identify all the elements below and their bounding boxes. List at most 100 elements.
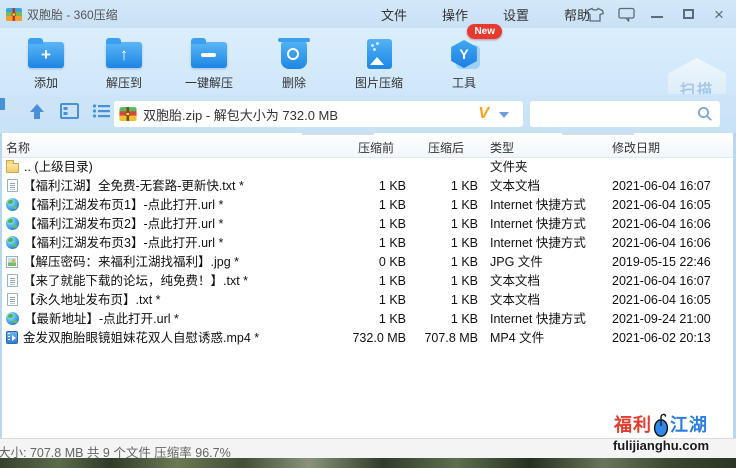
size-after-cell: 1 KB (410, 253, 478, 272)
column-header-name[interactable]: 名称 (6, 139, 340, 156)
trash-icon (274, 35, 314, 71)
watermark-part1: 福利 (614, 411, 652, 437)
size-before-cell (342, 158, 406, 177)
image-compress-button[interactable]: 图片压缩 (340, 28, 418, 94)
column-header-before[interactable]: 压缩前 (342, 139, 406, 156)
file-name-cell: 【永久地址发布页】.txt * (6, 291, 340, 310)
file-type-cell: Internet 快捷方式 (490, 310, 608, 329)
file-list: .. (上级目录)文件夹【福利江湖】全免费-无套路-更新快.txt *1 KB1… (2, 158, 733, 348)
one-click-extract-button[interactable]: 一键解压 (170, 28, 248, 94)
size-after-cell: 1 KB (410, 291, 478, 310)
search-icon[interactable] (697, 106, 713, 122)
size-before-cell: 732.0 MB (342, 329, 406, 348)
search-input[interactable] (536, 101, 691, 127)
file-name: 【最新地址】-点此打开.url * (24, 312, 179, 326)
file-name: 【福利江湖发布页2】-点此打开.url * (24, 217, 223, 231)
size-before-cell: 0 KB (342, 253, 406, 272)
file-name-cell: 【福利江湖发布页2】-点此打开.url * (6, 215, 340, 234)
one-click-extract-label: 一键解压 (170, 74, 248, 91)
size-after-cell: 1 KB (410, 196, 478, 215)
up-directory-icon[interactable] (28, 103, 48, 121)
table-row[interactable]: 【最新地址】-点此打开.url *1 KB1 KBInternet 快捷方式20… (2, 310, 733, 329)
table-row[interactable]: 【福利江湖发布页3】-点此打开.url *1 KB1 KBInternet 快捷… (2, 234, 733, 253)
extract-to-button[interactable]: ↑ 解压到 (92, 28, 156, 94)
desktop-background-strip (0, 458, 736, 468)
watermark-part2: 江湖 (670, 411, 708, 437)
file-name-cell: 【来了就能下载的论坛，纯免费！】.txt * (6, 272, 340, 291)
feedback-icon[interactable] (615, 3, 637, 25)
file-name: 【福利江湖发布页3】-点此打开.url * (24, 236, 223, 250)
url-file-icon (6, 312, 19, 325)
size-after-cell: 707.8 MB (410, 329, 478, 348)
date-modified-cell: 2019-05-15 22:46 (612, 253, 734, 272)
url-file-icon (6, 236, 19, 249)
size-after-cell: 1 KB (410, 215, 478, 234)
mp4-file-icon (6, 331, 18, 344)
file-name-cell: 【福利江湖】全免费-无套路-更新快.txt * (6, 177, 340, 196)
zip-archive-icon (6, 7, 22, 22)
table-header: 名称 压缩前 压缩后 类型 修改日期 (2, 133, 733, 158)
column-header-type[interactable]: 类型 (490, 139, 608, 156)
table-row[interactable]: 【永久地址发布页】.txt * 1 KB1 KB 文本文档2021-06-04 16… (2, 291, 733, 310)
file-name: 金发双胞胎眼镜姐妹花双人自慰诱惑.mp4 * (23, 331, 259, 345)
file-type-cell: Internet 快捷方式 (490, 196, 608, 215)
url-file-icon (6, 198, 19, 211)
table-row[interactable]: 【来了就能下载的论坛，纯免费！】.txt *1 KB1 KB文本文档2021-0… (2, 272, 733, 291)
menu-operation[interactable]: 操作 (433, 5, 477, 24)
list-view-icon[interactable] (92, 103, 112, 121)
file-type-cell: 文本文档 (490, 272, 608, 291)
table-row[interactable]: 【福利江湖】全免费-无套路-更新快.txt *1 KB1 KB文本文档2021-… (2, 177, 733, 196)
mouse-logo-icon (653, 413, 669, 437)
close-button[interactable]: × (708, 3, 730, 25)
menu-file[interactable]: 文件 (372, 5, 416, 24)
zip-file-icon (119, 106, 137, 122)
url-file-icon (6, 217, 19, 230)
jpg-file-icon (6, 256, 18, 268)
date-modified-cell: 2021-09-24 21:00 (612, 310, 734, 329)
archive-path-field[interactable]: 双胞胎.zip - 解包大小为 732.0 MB V (114, 101, 523, 127)
file-name-cell: 【福利江湖发布页1】-点此打开.url * (6, 196, 340, 215)
folder-extract-icon: ↑ (104, 35, 144, 71)
menu-settings[interactable]: 设置 (494, 5, 538, 24)
add-button[interactable]: + 添加 (14, 28, 78, 94)
skin-theme-icon[interactable] (584, 3, 606, 25)
file-type-cell: 文件夹 (490, 158, 608, 177)
clipped-edge-icon (0, 98, 5, 110)
delete-button[interactable]: 删除 (262, 28, 326, 94)
table-row[interactable]: 金发双胞胎眼镜姐妹花双人自慰诱惑.mp4 * 732.0 MB707.8 MB MP… (2, 329, 733, 348)
size-after-cell: 1 KB (410, 177, 478, 196)
table-row[interactable]: 【福利江湖发布页2】-点此打开.url *1 KB1 KBInternet 快捷… (2, 215, 733, 234)
add-label: 添加 (14, 74, 78, 91)
column-header-after[interactable]: 压缩后 (410, 139, 478, 156)
file-type-cell: Internet 快捷方式 (490, 215, 608, 234)
app-window: 双胞胎 - 360压缩 文件 操作 设置 帮助 × + 添加 ↑ 解压到 (0, 0, 736, 468)
file-type-cell: MP4 文件 (490, 329, 608, 348)
size-before-cell: 1 KB (342, 234, 406, 253)
view-mode-icon[interactable] (60, 103, 80, 121)
file-name: 【来了就能下载的论坛，纯免费！】.txt * (23, 274, 248, 288)
date-modified-cell: 2021-06-04 16:05 (612, 291, 734, 310)
table-row[interactable]: 【解压密码：来福利江湖找福利】.jpg *0 KB1 KBJPG 文件2019-… (2, 253, 733, 272)
size-before-cell: 1 KB (342, 272, 406, 291)
tools-button[interactable]: Y 工具 New (432, 28, 496, 94)
folder-oneclick-icon (189, 35, 229, 71)
file-type-cell: 文本文档 (490, 291, 608, 310)
size-before-cell: 1 KB (342, 196, 406, 215)
txt-file-icon (7, 179, 18, 192)
size-before-cell: 1 KB (342, 291, 406, 310)
tools-label: 工具 (432, 74, 496, 91)
table-row[interactable]: .. (上级目录)文件夹 (2, 158, 733, 177)
new-badge: New (467, 24, 502, 39)
minimize-button[interactable] (646, 3, 668, 25)
file-name: 【永久地址发布页】.txt * (23, 293, 161, 307)
table-row[interactable]: 【福利江湖发布页1】-点此打开.url *1 KB1 KBInternet 快捷… (2, 196, 733, 215)
date-modified-cell: 2021-06-04 16:07 (612, 272, 734, 291)
path-dropdown-arrow-icon[interactable] (499, 112, 509, 118)
folder-file-icon (6, 163, 19, 173)
size-after-cell: 1 KB (410, 234, 478, 253)
window-title: 双胞胎 - 360压缩 (27, 6, 118, 23)
maximize-button[interactable] (677, 3, 699, 25)
size-after-cell: 1 KB (410, 310, 478, 329)
column-header-date[interactable]: 修改日期 (612, 139, 734, 156)
date-modified-cell: 2021-06-04 16:07 (612, 177, 734, 196)
